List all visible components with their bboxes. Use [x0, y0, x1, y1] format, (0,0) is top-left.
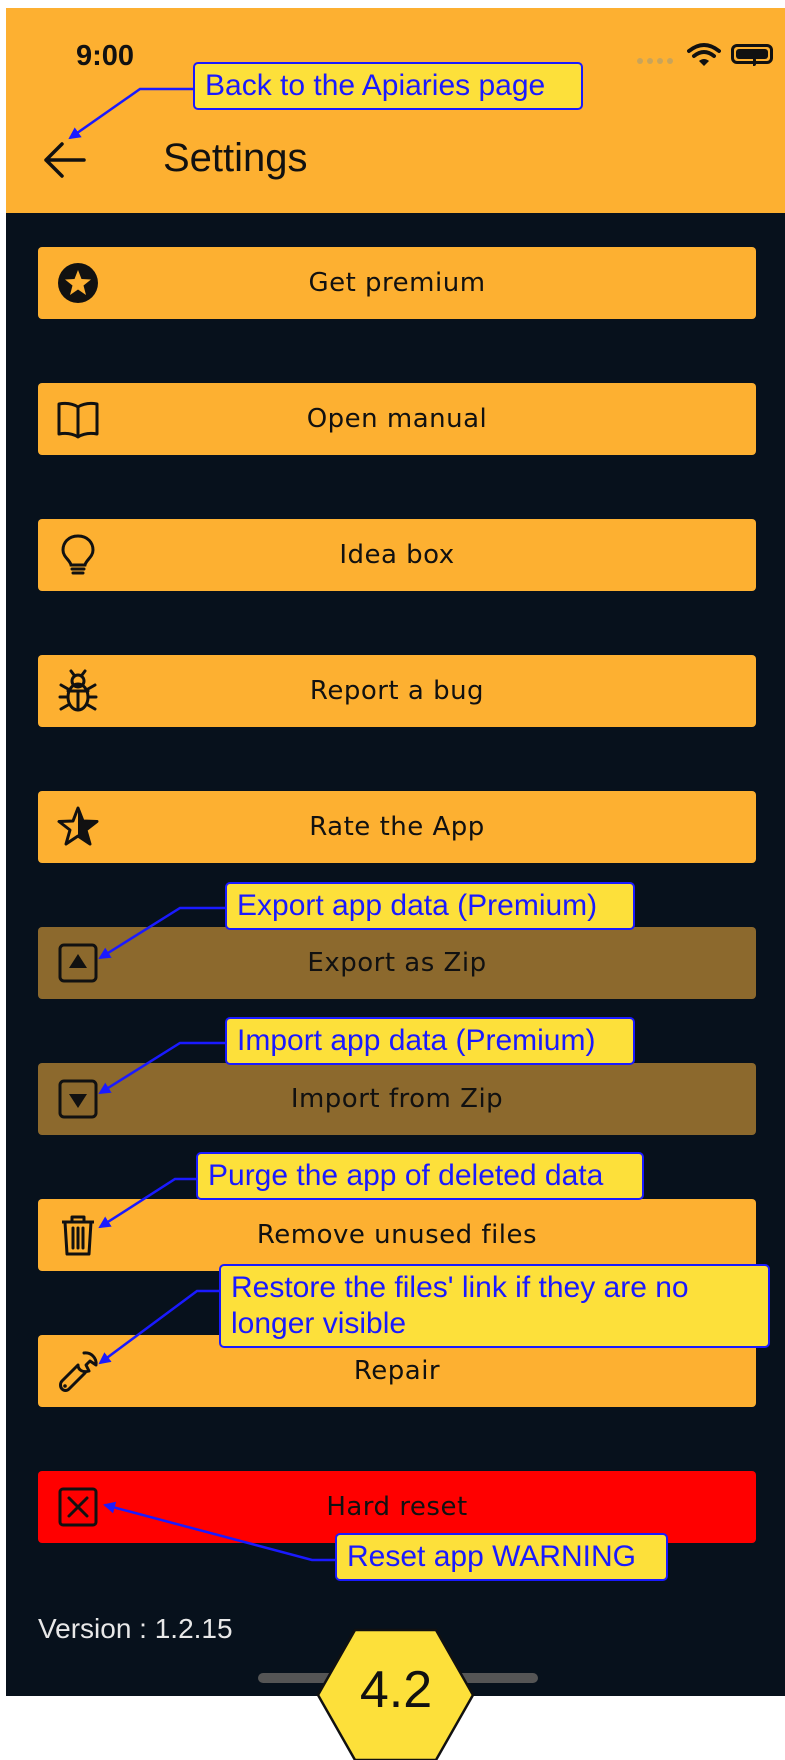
export-zip-button[interactable]: Export as Zip	[38, 927, 756, 999]
remove-unused-files-label: Remove unused files	[256, 1220, 538, 1250]
cellular-signal-icon	[637, 58, 673, 64]
step-badge-number: 4.2	[359, 1661, 433, 1719]
idea-box-label: Idea box	[339, 540, 455, 570]
repair-annotation: Restore the files' link if they are no l…	[219, 1264, 770, 1348]
version-text: Version : 1.2.15	[38, 1613, 233, 1644]
app-bar: 9:00 Settings	[6, 8, 785, 213]
back-annotation: Back to the Apiaries page	[193, 62, 583, 110]
report-bug-button[interactable]: Report a bug	[38, 655, 756, 727]
get-premium-label: Get premium	[308, 268, 486, 298]
export-annotation: Export app data (Premium)	[225, 882, 635, 930]
wifi-icon	[687, 43, 721, 66]
back-button[interactable]	[42, 140, 86, 180]
import-zip-label: Import from Zip	[290, 1084, 504, 1114]
purge-annotation: Purge the app of deleted data	[196, 1152, 644, 1200]
get-premium-button[interactable]: Get premium	[38, 247, 756, 319]
idea-box-button[interactable]: Idea box	[38, 519, 756, 591]
import-annotation: Import app data (Premium)	[225, 1017, 635, 1065]
import-zip-button[interactable]: Import from Zip	[38, 1063, 756, 1135]
page-title: Settings	[163, 136, 308, 180]
phone-screen: 9:00 Settings Get premium Open manual Id…	[6, 8, 785, 1696]
export-zip-label: Export as Zip	[307, 948, 487, 978]
rate-app-button[interactable]: Rate the App	[38, 791, 756, 863]
report-bug-label: Report a bug	[309, 676, 485, 706]
remove-unused-files-button[interactable]: Remove unused files	[38, 1199, 756, 1271]
open-manual-label: Open manual	[306, 404, 488, 434]
open-manual-button[interactable]: Open manual	[38, 383, 756, 455]
rate-app-label: Rate the App	[309, 812, 485, 842]
status-time: 9:00	[76, 40, 135, 72]
reset-annotation: Reset app WARNING	[335, 1533, 668, 1581]
battery-icon	[731, 44, 773, 66]
